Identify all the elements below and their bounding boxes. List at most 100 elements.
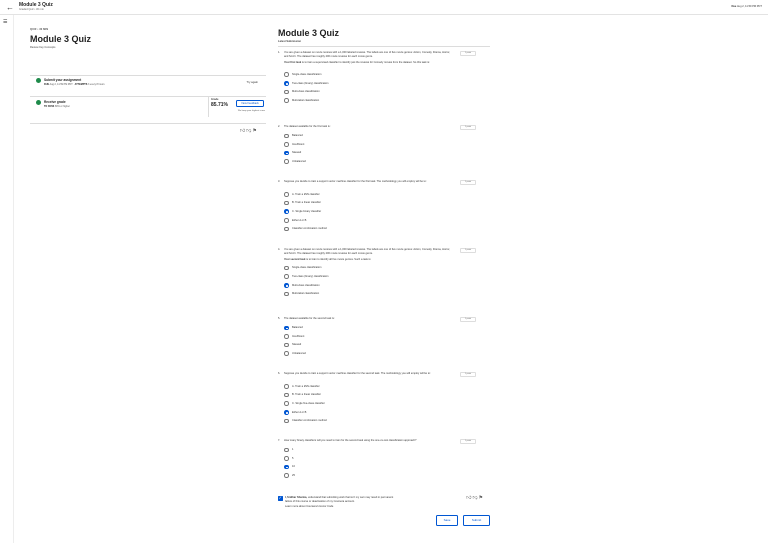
answer-option[interactable]: Either A or B	[284, 218, 404, 224]
answer-option[interactable]: Multi-label classification	[284, 291, 404, 298]
radio-icon[interactable]	[284, 159, 289, 164]
radio-selected-icon[interactable]	[284, 81, 289, 86]
radio-selected-icon[interactable]	[284, 325, 289, 331]
radio-icon[interactable]	[284, 342, 289, 348]
radio-icon[interactable]	[284, 72, 289, 77]
flag-icon[interactable]: ⚑	[479, 495, 484, 501]
answer-option[interactable]: Insufficient	[284, 334, 404, 340]
answer-option[interactable]: Balanced	[284, 325, 404, 332]
radio-icon[interactable]	[284, 274, 289, 279]
answer-option[interactable]: Skewed	[284, 150, 404, 157]
radio-icon[interactable]	[284, 133, 289, 139]
submit-step-label: Submit your assignment	[44, 78, 82, 82]
answer-option[interactable]: Two-class (binary) classification	[284, 81, 404, 87]
answer-option-label: B. Train a linear classifier	[292, 201, 321, 205]
answer-option[interactable]: 1	[284, 447, 404, 454]
radio-icon[interactable]	[284, 418, 289, 424]
question-text: The dataset available for the first task…	[284, 125, 331, 128]
radio-icon[interactable]	[284, 89, 289, 95]
radio-selected-icon[interactable]	[284, 410, 289, 415]
answer-option[interactable]: Insufficient	[284, 142, 404, 148]
answer-option[interactable]: 10	[284, 464, 404, 471]
answer-option[interactable]: Multi-class classification	[284, 89, 404, 96]
radio-selected-icon[interactable]	[284, 464, 289, 470]
answer-option[interactable]: Unbalanced	[284, 351, 404, 357]
answer-option-label: Balanced	[292, 326, 303, 330]
back-arrow-icon[interactable]: ←	[6, 3, 14, 12]
answer-option[interactable]: Either A or B	[284, 410, 404, 416]
answer-option[interactable]: Multi-class classification	[284, 283, 404, 289]
radio-selected-icon[interactable]	[284, 150, 289, 156]
answer-option[interactable]: Classifier combination method	[284, 226, 404, 233]
header-due-label: Due	[731, 5, 737, 8]
question-points: 1 point	[460, 372, 476, 377]
question-points: 1 point	[460, 51, 476, 56]
answer-option[interactable]: A. Train a kNN classifier	[284, 192, 404, 198]
submission-subtitle: Latest Submission	[278, 40, 302, 43]
answer-option[interactable]: Single-class classification	[284, 265, 404, 272]
radio-icon[interactable]	[284, 218, 289, 223]
sidebar-toggle-icon[interactable]: ☰	[3, 19, 7, 25]
radio-icon[interactable]	[284, 291, 289, 297]
panel-rule	[30, 123, 266, 124]
answer-option[interactable]: Classifier combination method	[284, 418, 404, 425]
answer-option[interactable]: Two-class (binary) classification	[284, 274, 404, 280]
answer-option[interactable]: B. Train a linear classifier	[284, 392, 404, 399]
honor-text: understand that submitting work that isn…	[307, 495, 394, 499]
view-feedback-button[interactable]: View Feedback	[236, 100, 264, 107]
honor-code-link[interactable]: Learn more about Coursera's Honor Code	[285, 505, 455, 508]
radio-icon[interactable]	[284, 265, 289, 271]
answer-option-label: 5	[292, 456, 294, 460]
quiz-kicker: QUIZ • 30 MIN	[30, 28, 49, 31]
answer-option[interactable]: Skewed	[284, 342, 404, 349]
radio-icon[interactable]	[284, 351, 289, 356]
radio-icon[interactable]	[284, 192, 289, 197]
submit-button[interactable]: Submit	[463, 515, 490, 526]
radio-icon[interactable]	[284, 384, 289, 389]
radio-icon[interactable]	[284, 226, 289, 232]
answer-option-label: Either A or B	[292, 410, 307, 414]
radio-selected-icon[interactable]	[284, 283, 289, 288]
answer-option[interactable]: C. Single binary classifier	[284, 209, 404, 215]
answer-option[interactable]: Balanced	[284, 133, 404, 140]
answer-option[interactable]: Single-class classification	[284, 72, 404, 78]
answer-option[interactable]: Multi-label classification	[284, 98, 404, 104]
radio-icon[interactable]	[284, 447, 289, 453]
radio-icon[interactable]	[284, 456, 289, 461]
radio-icon[interactable]	[284, 401, 289, 406]
question-note-text: is to train a supervised classifier to i…	[301, 61, 430, 65]
answer-option-label: Unbalanced	[292, 160, 306, 164]
quiz-title: Module 3 Quiz	[30, 34, 92, 44]
answer-option[interactable]: 5	[284, 456, 404, 462]
attempts-label: ATTEMPTS	[74, 83, 88, 86]
assignment-panel: QUIZ • 30 MIN Module 3 Quiz Review Key C…	[30, 28, 266, 124]
radio-icon[interactable]	[284, 142, 289, 147]
grade-step-meta: TO PASS 80% or higher	[44, 105, 70, 108]
flag-icon[interactable]: ⚑	[252, 128, 257, 134]
question-points: 1 point	[460, 125, 476, 130]
answer-option[interactable]: B. Train a linear classifier	[284, 200, 404, 207]
question-number: 7.	[278, 439, 281, 442]
due-value: Aug 2, 11:59 PM PDT	[49, 83, 73, 86]
radio-icon[interactable]	[284, 473, 289, 478]
header-due-value: Aug 2, 11:59 PM PDT	[736, 5, 762, 8]
check-circle-icon	[36, 78, 41, 83]
submit-step-meta: DUE Aug 2, 11:59 PM PDT ATTEMPTS 3 every…	[44, 83, 105, 86]
submission-column: Module 3 Quiz Latest Submission	[278, 28, 490, 47]
honor-checkbox[interactable]	[278, 495, 283, 501]
radio-icon[interactable]	[284, 98, 289, 103]
save-button[interactable]: Save	[436, 515, 458, 526]
answer-option[interactable]: 25	[284, 473, 404, 479]
answer-option[interactable]: C. Single five-class classifier	[284, 401, 404, 407]
answer-option[interactable]: A. Train a kNN classifier	[284, 384, 404, 390]
radio-icon[interactable]	[284, 392, 289, 398]
answer-option[interactable]: Unbalanced	[284, 159, 404, 165]
radio-selected-icon[interactable]	[284, 209, 289, 214]
try-again-button[interactable]: Try again	[246, 80, 258, 84]
question-note: Your first task is to train a supervised…	[284, 61, 454, 65]
answer-option-label: C. Single five-class classifier	[292, 402, 325, 406]
question-number: 2.	[278, 125, 281, 128]
radio-icon[interactable]	[284, 200, 289, 206]
radio-icon[interactable]	[284, 334, 289, 339]
question-text: You are given a dataset on movie reviews…	[284, 248, 451, 255]
